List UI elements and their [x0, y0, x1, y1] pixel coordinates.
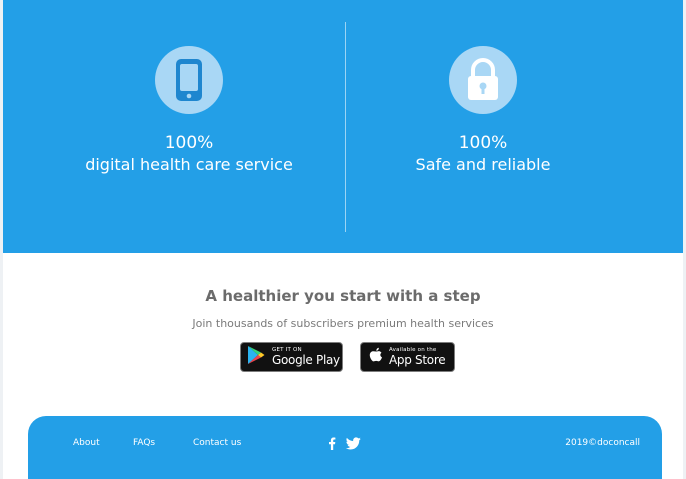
- google-play-icon: [247, 345, 265, 369]
- facebook-icon[interactable]: [328, 435, 336, 454]
- google-play-label: Google Play: [272, 353, 340, 367]
- feature-percent: 100%: [164, 133, 214, 153]
- features-hero: 100% digital health care service 100% Sa…: [3, 0, 683, 253]
- twitter-icon[interactable]: [345, 435, 361, 454]
- feature-safe-reliable: 100% Safe and reliable: [333, 46, 633, 176]
- call-to-action: A healthier you start with a step Join t…: [3, 285, 683, 331]
- apple-icon: [369, 347, 383, 368]
- feature-label: Safe and reliable: [415, 155, 551, 174]
- footer-link-faqs[interactable]: FAQs: [133, 438, 155, 448]
- app-store-button[interactable]: Available on the App Store: [360, 342, 455, 372]
- feature-percent: 100%: [458, 133, 508, 153]
- google-play-button[interactable]: GET IT ON Google Play: [240, 342, 343, 372]
- copyright-text: 2019©doconcall: [565, 438, 640, 448]
- smartphone-icon: [155, 46, 223, 114]
- cta-subtext: Join thousands of subscribers premium he…: [192, 317, 494, 330]
- cta-headline: A healthier you start with a step: [205, 287, 481, 305]
- app-store-badges: GET IT ON Google Play Available on the A…: [0, 342, 686, 372]
- feature-label: digital health care service: [85, 155, 293, 174]
- feature-digital-care: 100% digital health care service: [39, 46, 339, 176]
- footer-link-contact[interactable]: Contact us: [193, 438, 241, 448]
- app-store-label: App Store: [389, 353, 446, 367]
- lock-icon: [449, 46, 517, 114]
- site-footer: About FAQs Contact us 2019©doconcall: [28, 416, 662, 479]
- footer-link-about[interactable]: About: [73, 438, 100, 448]
